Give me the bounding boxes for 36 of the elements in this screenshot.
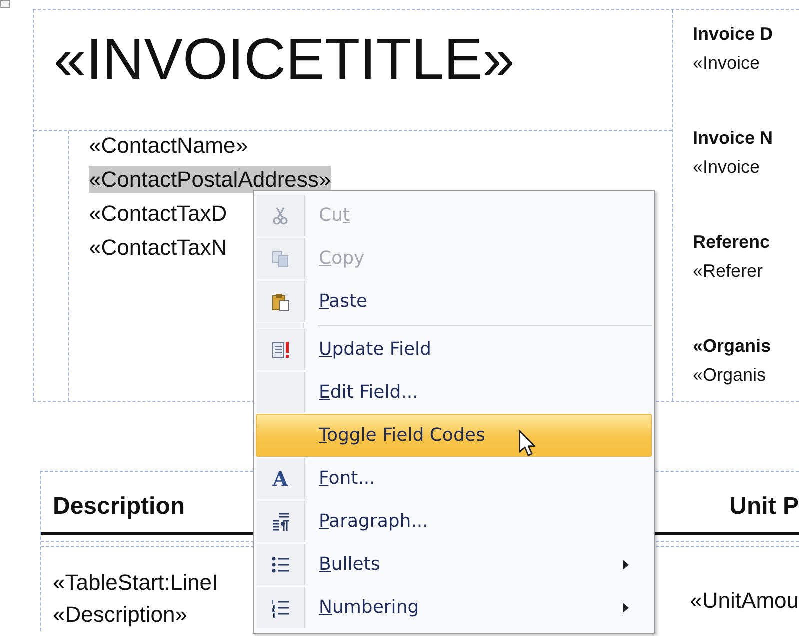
field-label: «Organis	[693, 335, 772, 358]
menu-item[interactable]: A Font...	[256, 457, 652, 500]
merge-field: «ContactPostalAddress»	[89, 166, 332, 193]
copy-icon	[270, 248, 290, 268]
menu-item[interactable]: Numbering	[256, 586, 652, 629]
mouse-pointer-icon	[518, 430, 538, 458]
merge-field: «Referer	[693, 256, 764, 286]
paragraph-icon	[270, 512, 290, 532]
clipboard-icon	[270, 292, 290, 312]
numbered-list-icon	[270, 598, 290, 618]
merge-field: «Invoice	[693, 152, 760, 182]
merge-field: «Invoice	[693, 48, 760, 78]
merge-field: «UnitAmou	[690, 585, 799, 631]
column-header: Unit P	[730, 492, 799, 522]
font-icon: A	[272, 466, 288, 490]
column-header: Description	[53, 492, 186, 522]
scissors-icon	[270, 206, 290, 226]
merge-field: «Description»	[53, 599, 188, 631]
merge-field: «ContactTaxN	[89, 234, 228, 261]
field-label: Referenc	[693, 231, 770, 254]
menu-item[interactable]: Paragraph...	[256, 500, 652, 543]
menu-item[interactable]: Edit Field...	[256, 371, 652, 414]
invoice-title-field: «INVOICETITLE»	[54, 28, 515, 92]
merge-field: «ContactName»	[89, 132, 248, 159]
table-handle-icon[interactable]	[0, 0, 10, 8]
bullet-list-icon	[270, 554, 290, 574]
document-alert-icon	[270, 340, 290, 360]
menu-item[interactable]: Toggle Field Codes	[256, 414, 652, 457]
field-label: Invoice N	[693, 127, 774, 150]
merge-field: «TableStart:LineI	[53, 567, 218, 599]
merge-field: «Organis	[693, 360, 766, 390]
menu-item[interactable]: Paste	[256, 280, 652, 323]
merge-field: «ContactTaxD	[89, 200, 228, 227]
menu-item[interactable]: Update Field	[256, 328, 652, 371]
menu-item[interactable]: Bullets	[256, 543, 652, 586]
field-label: Invoice D	[693, 23, 774, 46]
